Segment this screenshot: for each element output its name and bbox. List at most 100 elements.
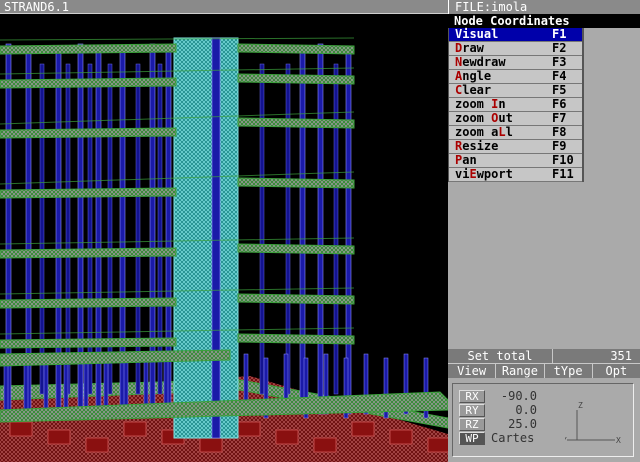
menu-item-label: isual — [462, 27, 499, 41]
menu-item-label: ngle — [462, 69, 492, 83]
menu-item-label: lear — [462, 83, 492, 97]
building-model-render[interactable] — [0, 14, 448, 462]
menu-item-shortcut: F7 — [552, 111, 567, 125]
floor-slab-left — [0, 297, 177, 309]
axis-y-label: Y — [565, 436, 567, 445]
menu-item-prefix: zoom — [455, 111, 492, 125]
menu-item-shortcut: F9 — [552, 139, 567, 153]
app-title: STRAND6.1 — [4, 0, 70, 14]
ry-value: 0.0 — [515, 403, 537, 417]
wp-value: Cartes — [491, 431, 535, 445]
visual-menu: Visual F1 Draw F2 Newdraw F3 Angle F4 Clear F5 zoo… — [448, 28, 584, 182]
rz-button[interactable]: RZ — [459, 418, 485, 431]
footing-block — [313, 437, 337, 453]
footing-block — [199, 437, 223, 453]
menu-item-label: raw — [462, 41, 484, 55]
menu-item-hotkey-letter: E — [469, 167, 477, 181]
wp-row: WP Cartes — [459, 432, 537, 445]
axis-x-label: X — [616, 436, 621, 445]
tab-view[interactable]: View — [448, 363, 497, 378]
menu-item-label: wport — [476, 167, 513, 181]
menu-item-label: ut — [498, 111, 513, 125]
menu-item-zoom-in[interactable]: zoom In F6 — [449, 98, 582, 112]
menu-item-shortcut: F5 — [552, 83, 567, 97]
menu-item-shortcut: F11 — [552, 167, 574, 181]
menu-item-label: l — [505, 125, 513, 139]
floor-slab-right — [237, 117, 355, 129]
app-title-bar: STRAND6.1 — [0, 0, 448, 14]
rz-value: 25.0 — [508, 417, 537, 431]
view-angles-box: RX -90.0 RY 0.0 RZ 25.0 WP Cartes Z Y X — [452, 383, 634, 457]
column — [333, 63, 339, 395]
rx-button[interactable]: RX — [459, 390, 485, 403]
set-total-value: 351 — [610, 349, 632, 363]
menu-item-zoom-out[interactable]: zoom Out F7 — [449, 112, 582, 126]
menu-item-prefix: zoom a — [455, 125, 499, 139]
footing-block — [389, 429, 413, 445]
menu-item-label: an — [462, 153, 477, 167]
column — [317, 43, 324, 415]
footing-block — [47, 429, 71, 445]
menu-item-viewport[interactable]: viEwport F11 — [449, 168, 582, 182]
floor-slab-left — [0, 247, 177, 259]
axis-z-label: Z — [578, 401, 583, 410]
menu-item-hotkey-letter: L — [498, 125, 506, 139]
set-total-bar: Set total 351 — [448, 349, 640, 363]
menu-item-shortcut: F2 — [552, 41, 567, 55]
menu-item-prefix: zoom — [455, 97, 492, 111]
tab-opt[interactable]: Opt — [592, 363, 640, 378]
column — [285, 63, 291, 395]
floor-slab-right — [237, 73, 355, 85]
menu-item-resize[interactable]: Resize F9 — [449, 140, 582, 154]
footing-block — [9, 421, 33, 437]
menu-item-zoom-all[interactable]: zoom aLl F8 — [449, 126, 582, 140]
footing-block — [351, 421, 375, 437]
panel-title: Node Coordinates — [448, 14, 640, 28]
menu-item-prefix: vi — [455, 167, 470, 181]
menu-item-label: n — [498, 97, 506, 111]
file-name: FILE:imola — [455, 0, 528, 14]
menu-item-clear[interactable]: Clear F5 — [449, 84, 582, 98]
tab-range[interactable]: Range — [496, 363, 545, 378]
structure-viewport[interactable] — [0, 14, 448, 462]
footing-block — [427, 437, 448, 453]
rz-row: RZ 25.0 — [459, 418, 537, 431]
file-name-bar: FILE:imola — [448, 0, 640, 14]
tab-type[interactable]: tYpe — [544, 363, 593, 378]
core-column — [211, 37, 221, 439]
floor-slab-right — [237, 177, 355, 189]
floor-slab-right — [237, 333, 355, 345]
floor-slab-left — [0, 43, 177, 55]
rx-value: -90.0 — [500, 389, 537, 403]
menu-item-shortcut: F6 — [552, 97, 567, 111]
menu-item-shortcut: F4 — [552, 69, 567, 83]
footing-block — [85, 437, 109, 453]
menu-item-visual[interactable]: Visual F1 — [449, 28, 582, 42]
floor-slab-left — [0, 337, 177, 349]
menu-item-angle[interactable]: Angle F4 — [449, 70, 582, 84]
footing-block — [275, 429, 299, 445]
set-total-label: Set total — [467, 349, 533, 363]
menu-item-draw[interactable]: Draw F2 — [449, 42, 582, 56]
menu-item-pan[interactable]: Pan F10 — [449, 154, 582, 168]
ry-button[interactable]: RY — [459, 404, 485, 417]
menu-item-newdraw[interactable]: Newdraw F3 — [449, 56, 582, 70]
set-total-divider — [552, 349, 553, 363]
menu-item-shortcut: F10 — [552, 153, 574, 167]
menu-item-shortcut: F1 — [552, 27, 567, 41]
floor-slab-left — [0, 127, 177, 139]
floor-slab-left — [0, 187, 177, 199]
floor-slab-right — [237, 243, 355, 255]
floor-slab-left — [0, 77, 177, 89]
panel-title-text: Node Coordinates — [454, 14, 570, 28]
wp-button[interactable]: WP — [459, 432, 485, 445]
lift-core — [173, 37, 239, 439]
footing-block — [237, 421, 261, 437]
rx-row: RX -90.0 — [459, 390, 537, 403]
right-panel: FILE:imola Node Coordinates Visual F1 Draw… — [448, 0, 640, 462]
menu-item-label: esize — [462, 139, 499, 153]
axis-triad-icon: Z Y X — [565, 401, 621, 445]
floor-slab-right — [237, 43, 355, 55]
ry-row: RY 0.0 — [459, 404, 537, 417]
menu-item-shortcut: F3 — [552, 55, 567, 69]
